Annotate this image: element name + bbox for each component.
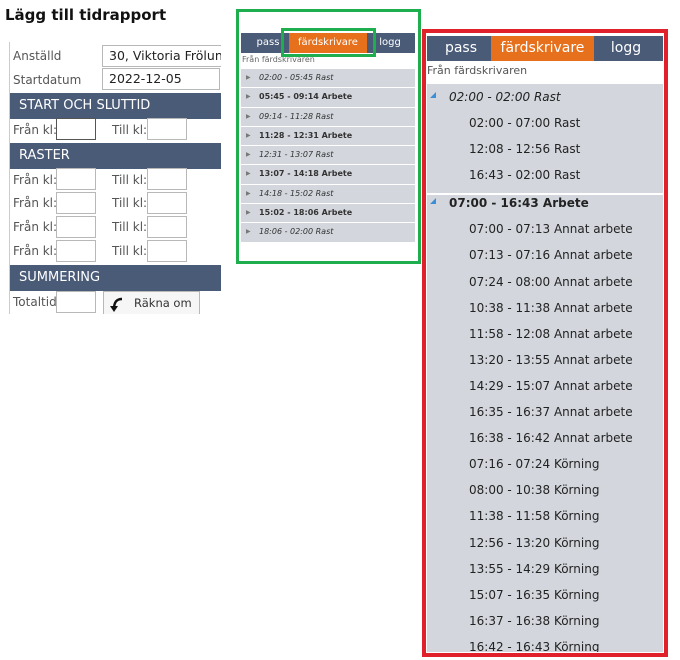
large-list-item[interactable]: 08:00 - 10:38 Körning <box>469 481 599 499</box>
large-list-item[interactable]: 10:38 - 11:38 Annat arbete <box>469 299 633 317</box>
small-list-row[interactable]: ▶ 13:07 - 14:18 Arbete <box>241 165 415 185</box>
small-tachograph-panel: pass färdskrivare logg Från färdskrivare… <box>241 33 415 243</box>
section-breaks-header: RASTER <box>10 143 221 169</box>
large-list-group-title: 02:00 - 02:00 Rast <box>449 90 561 104</box>
tab-highlight-box <box>281 28 376 57</box>
start-from-input[interactable] <box>56 118 96 140</box>
expand-arrow-icon[interactable]: ▶ <box>246 204 251 222</box>
break3-to-input[interactable] <box>147 216 187 238</box>
large-panel-subtitle: Från färdskrivaren <box>427 64 528 77</box>
small-list-row-text: 13:07 - 14:18 Arbete <box>259 169 353 179</box>
break1-from-label: Från kl: <box>13 173 58 187</box>
break3-from-input[interactable] <box>56 216 96 238</box>
recalc-button[interactable]: Räkna om <box>103 291 200 314</box>
large-list-item[interactable]: 07:13 - 07:16 Annat arbete <box>469 246 633 264</box>
large-list-item[interactable]: 16:38 - 16:42 Annat arbete <box>469 429 633 447</box>
start-to-label: Till kl: <box>112 123 148 137</box>
large-tab-log[interactable]: logg <box>597 36 655 61</box>
small-list-row-text: 02:00 - 05:45 Rast <box>259 73 334 82</box>
large-list-item[interactable]: 11:58 - 12:08 Annat arbete <box>469 325 633 343</box>
section-start-end-header: START OCH SLUTTID <box>10 93 221 119</box>
large-list: 02:00 - 02:00 Rast 02:00 - 07:00 Rast 12:0… <box>427 84 663 652</box>
small-list-row[interactable]: ▶ 18:06 - 02:00 Rast <box>241 223 415 243</box>
large-tab-tachograph[interactable]: färdskrivare <box>491 36 594 61</box>
break1-from-input[interactable] <box>56 168 96 190</box>
page-title: Lägg till tidrapport <box>5 6 167 24</box>
large-list-item[interactable]: 14:29 - 15:07 Annat arbete <box>469 377 633 395</box>
large-list-item[interactable]: 07:00 - 07:13 Annat arbete <box>469 220 633 238</box>
start-from-label: Från kl: <box>13 123 58 137</box>
break2-to-label: Till kl: <box>112 196 148 210</box>
large-list-item[interactable]: 16:42 - 16:43 Körning <box>469 638 599 652</box>
small-list-row-text: 18:06 - 02:00 Rast <box>259 227 334 237</box>
small-list-row[interactable]: ▶ 02:00 - 05:45 Rast <box>241 69 415 89</box>
large-list-item[interactable]: 15:07 - 16:35 Körning <box>469 586 599 604</box>
large-list-item[interactable]: 12:08 - 12:56 Rast <box>469 140 580 158</box>
large-list-item[interactable]: 11:38 - 11:58 Körning <box>469 507 599 525</box>
collapse-arrow-icon[interactable] <box>430 92 436 98</box>
collapse-arrow-icon[interactable] <box>430 198 436 205</box>
large-list-item[interactable]: 13:55 - 14:29 Körning <box>469 560 599 578</box>
small-list-row[interactable]: ▶ 12:31 - 13:07 Rast <box>241 146 415 166</box>
break4-to-label: Till kl: <box>112 244 148 258</box>
expand-arrow-icon[interactable]: ▶ <box>246 127 251 145</box>
section-summary-header: SUMMERING <box>10 265 221 291</box>
break2-from-input[interactable] <box>56 192 96 214</box>
large-list-group[interactable]: 07:00 - 16:43 Arbete <box>427 190 663 216</box>
small-list-row[interactable]: ▶ 15:02 - 18:06 Arbete <box>241 204 415 224</box>
small-list-row-text: 15:02 - 18:06 Arbete <box>259 208 353 218</box>
startdate-label: Startdatum <box>13 73 82 87</box>
startdate-field[interactable]: 2022-12-05 <box>102 68 220 90</box>
break1-to-label: Till kl: <box>112 173 148 187</box>
total-label: Totaltid <box>13 295 57 309</box>
small-list-row[interactable]: ▶ 14:18 - 15:02 Rast <box>241 184 415 205</box>
timereport-form: Anställd 30, Viktoria Frölund Startdatum… <box>9 42 221 314</box>
small-list-row[interactable]: ▶ 09:14 - 11:28 Rast <box>241 107 415 127</box>
large-list-item[interactable]: 16:37 - 16:38 Körning <box>469 612 599 630</box>
expand-arrow-icon[interactable]: ▶ <box>246 88 251 106</box>
expand-arrow-icon[interactable]: ▶ <box>246 69 251 87</box>
small-list: ▶ 02:00 - 05:45 Rast ▶ 05:45 - 09:14 Arbete… <box>241 69 415 243</box>
expand-arrow-icon[interactable]: ▶ <box>246 185 251 203</box>
large-list-item[interactable]: 16:43 - 02:00 Rast <box>469 166 580 184</box>
total-input[interactable] <box>56 291 96 313</box>
expand-arrow-icon[interactable]: ▶ <box>246 146 251 164</box>
small-list-row[interactable]: ▶ 11:28 - 12:31 Arbete <box>241 126 415 147</box>
large-list-group-title: 07:00 - 16:43 Arbete <box>449 196 589 211</box>
small-list-row-text: 12:31 - 13:07 Rast <box>259 150 334 160</box>
start-to-input[interactable] <box>147 118 187 140</box>
break4-from-label: Från kl: <box>13 244 58 258</box>
large-list-item[interactable]: 12:56 - 13:20 Körning <box>469 534 599 552</box>
expand-arrow-icon[interactable]: ▶ <box>246 223 251 241</box>
expand-arrow-icon[interactable]: ▶ <box>246 108 251 126</box>
large-tachograph-panel: pass färdskrivare logg Från färdskrivare… <box>427 36 663 652</box>
small-tab-log[interactable]: logg <box>373 33 407 53</box>
small-list-row-text: 09:14 - 11:28 Rast <box>259 111 334 121</box>
break4-from-input[interactable] <box>56 240 96 262</box>
employee-label: Anställd <box>13 49 62 63</box>
large-tab-bar: pass färdskrivare logg <box>427 36 663 61</box>
large-list-item[interactable]: 13:20 - 13:55 Annat arbete <box>469 351 633 369</box>
break2-to-input[interactable] <box>147 192 187 214</box>
small-tab-pass[interactable]: pass <box>251 33 285 53</box>
break4-to-input[interactable] <box>147 240 187 262</box>
small-list-row-text: 14:18 - 15:02 Rast <box>259 188 334 198</box>
expand-arrow-icon[interactable]: ▶ <box>246 165 251 183</box>
undo-arrow-icon <box>110 297 123 312</box>
small-list-row-text: 05:45 - 09:14 Arbete <box>259 92 353 102</box>
large-list-item[interactable]: 02:00 - 07:00 Rast <box>469 114 580 132</box>
break1-to-input[interactable] <box>147 168 187 190</box>
small-list-row[interactable]: ▶ 05:45 - 09:14 Arbete <box>241 88 415 108</box>
large-tab-pass[interactable]: pass <box>437 36 485 61</box>
employee-field[interactable]: 30, Viktoria Frölund <box>102 45 221 67</box>
large-list-item[interactable]: 07:16 - 07:24 Körning <box>469 455 599 473</box>
break2-from-label: Från kl: <box>13 196 58 210</box>
large-list-item[interactable]: 07:24 - 08:00 Annat arbete <box>469 273 633 291</box>
recalc-label: Räkna om <box>134 296 192 310</box>
small-list-row-text: 11:28 - 12:31 Arbete <box>259 130 353 140</box>
large-list-item[interactable]: 16:35 - 16:37 Annat arbete <box>469 403 633 421</box>
break3-from-label: Från kl: <box>13 220 58 234</box>
break3-to-label: Till kl: <box>112 220 148 234</box>
large-list-group[interactable]: 02:00 - 02:00 Rast <box>427 84 663 110</box>
